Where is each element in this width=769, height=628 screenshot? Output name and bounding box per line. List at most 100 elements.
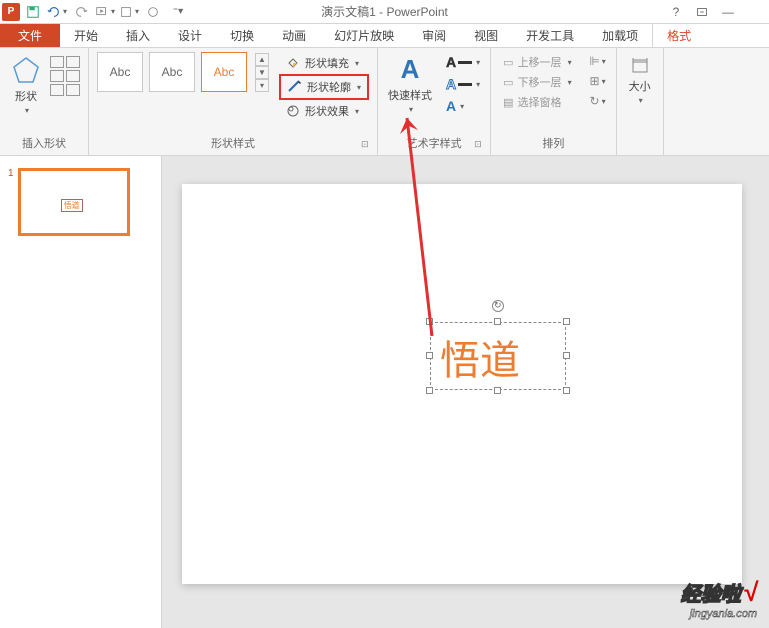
save-button[interactable] <box>22 2 44 22</box>
watermark-sub: jingyanla.com <box>681 608 757 620</box>
watermark-main: 经验啦 <box>681 578 741 607</box>
watermark: 经验啦√ jingyanla.com <box>681 577 757 620</box>
style-item-1[interactable]: Abc <box>97 52 143 92</box>
group-button[interactable]: ⊞▾ <box>588 72 608 90</box>
handle-middle-right[interactable] <box>563 352 570 359</box>
minimize-button[interactable]: — <box>717 2 739 22</box>
undo-button[interactable]: ▾ <box>46 2 68 22</box>
rotate-handle[interactable] <box>492 300 504 312</box>
wordart-a-icon: A <box>401 54 420 85</box>
ribbon: 形状 ▾ 插入形状 Abc Abc Abc ▲ ▼ ▾ <box>0 48 769 156</box>
handle-middle-left[interactable] <box>426 352 433 359</box>
handle-top-left[interactable] <box>426 318 433 325</box>
quick-access-toolbar: P ▾ ▾ ▾ ⁼▾ <box>0 2 188 22</box>
text-effects-button[interactable]: A▾ <box>444 96 482 116</box>
shape-format-options: 形状填充▾ 形状轮廓▾ 形状效果▾ <box>279 52 369 122</box>
slide-number: 1 <box>8 168 14 236</box>
gallery-up[interactable]: ▲ <box>255 53 269 66</box>
text-fill-button[interactable]: A▾ <box>444 52 482 72</box>
canvas-area: 悟道 <box>162 156 769 628</box>
size-label: 大小 <box>629 78 651 94</box>
ribbon-tabs: 文件 开始 插入 设计 切换 动画 幻灯片放映 审阅 视图 开发工具 加载项 格… <box>0 24 769 48</box>
shape-fill-label: 形状填充 <box>305 55 349 71</box>
textbox-border <box>430 322 566 390</box>
gallery-scroll: ▲ ▼ ▾ <box>255 53 269 92</box>
group-wordart-styles: A 快速样式 ▾ A▾ A▾ A▾ 艺术字样式 ⊡ <box>378 48 491 155</box>
handle-top-right[interactable] <box>563 318 570 325</box>
handle-bottom-left[interactable] <box>426 387 433 394</box>
ribbon-display-button[interactable] <box>691 2 713 22</box>
qat-customize[interactable]: ⁼▾ <box>166 2 188 22</box>
redo-button[interactable] <box>70 2 92 22</box>
handle-bottom-middle[interactable] <box>494 387 501 394</box>
send-backward-button[interactable]: ▭下移一层▾ <box>499 72 575 92</box>
tab-slideshow[interactable]: 幻灯片放映 <box>320 24 408 47</box>
tab-home[interactable]: 开始 <box>60 24 112 47</box>
shape-outline-label: 形状轮廓 <box>307 79 351 95</box>
handle-top-middle[interactable] <box>494 318 501 325</box>
size-button[interactable]: 大小 ▾ <box>625 52 655 109</box>
tab-file[interactable]: 文件 <box>0 24 60 47</box>
titlebar: P ▾ ▾ ▾ ⁼▾ 演示文稿1 - PowerPoint ? — <box>0 0 769 24</box>
qat-button-1[interactable]: ▾ <box>118 2 140 22</box>
shape-fill-button[interactable]: 形状填充▾ <box>279 52 369 74</box>
style-item-3[interactable]: Abc <box>201 52 247 92</box>
wordart-options: A▾ A▾ A▾ <box>444 52 482 116</box>
group-shape-styles: Abc Abc Abc ▲ ▼ ▾ 形状填充▾ 形状轮廓▾ <box>89 48 378 155</box>
group-label-shape-styles: 形状样式 <box>97 133 369 155</box>
wordart-launcher[interactable]: ⊡ <box>474 139 486 151</box>
tab-animations[interactable]: 动画 <box>268 24 320 47</box>
align-button[interactable]: ⊫▾ <box>588 52 608 70</box>
shape-style-gallery: Abc Abc Abc ▲ ▼ ▾ <box>97 52 269 92</box>
tab-view[interactable]: 视图 <box>460 24 512 47</box>
tab-addins[interactable]: 加载项 <box>588 24 652 47</box>
arrange-icon-buttons: ⊫▾ ⊞▾ ↻▾ <box>588 52 608 110</box>
selection-pane-icon: ▤ <box>503 96 513 109</box>
fill-icon <box>285 55 301 71</box>
tab-developer[interactable]: 开发工具 <box>512 24 588 47</box>
gallery-more[interactable]: ▾ <box>255 79 269 92</box>
effects-icon <box>285 103 301 119</box>
slide-thumbnail[interactable]: 悟道 <box>18 168 130 236</box>
group-label-wordart: 艺术字样式 <box>386 133 482 155</box>
quick-styles-label: 快速样式 <box>388 87 432 103</box>
outline-icon <box>287 79 303 95</box>
gallery-down[interactable]: ▼ <box>255 66 269 79</box>
group-label-arrange: 排列 <box>499 133 607 155</box>
thumb-textbox: 悟道 <box>61 199 83 212</box>
tab-review[interactable]: 审阅 <box>408 24 460 47</box>
group-label-size <box>625 137 655 155</box>
style-item-2[interactable]: Abc <box>149 52 195 92</box>
arrange-options: ▭上移一层▾ ▭下移一层▾ ▤选择窗格 <box>499 52 575 112</box>
shape-effects-button[interactable]: 形状效果▾ <box>279 100 369 122</box>
shape-styles-launcher[interactable]: ⊡ <box>361 139 373 151</box>
shape-outline-button[interactable]: 形状轮廓▾ <box>279 74 369 100</box>
start-from-beginning-button[interactable]: ▾ <box>94 2 116 22</box>
tab-insert[interactable]: 插入 <box>112 24 164 47</box>
slide-canvas[interactable]: 悟道 <box>182 184 742 584</box>
qat-button-2[interactable] <box>142 2 164 22</box>
tab-transitions[interactable]: 切换 <box>216 24 268 47</box>
shape-effects-label: 形状效果 <box>305 103 349 119</box>
window-title: 演示文稿1 - PowerPoint <box>321 3 448 20</box>
help-button[interactable]: ? <box>665 2 687 22</box>
quick-styles-button[interactable]: A 快速样式 ▾ <box>386 52 434 116</box>
group-label-insert-shapes: 插入形状 <box>8 133 80 155</box>
slide-panel: 1 悟道 <box>0 156 162 628</box>
shapes-label: 形状 <box>15 88 37 104</box>
group-arrange: ▭上移一层▾ ▭下移一层▾ ▤选择窗格 ⊫▾ ⊞▾ ↻▾ 排列 <box>491 48 616 155</box>
slide-thumb-container: 1 悟道 <box>8 168 153 236</box>
rotate-button[interactable]: ↻▾ <box>588 92 608 110</box>
tab-design[interactable]: 设计 <box>164 24 216 47</box>
selected-textbox[interactable]: 悟道 <box>430 322 566 390</box>
shapes-button[interactable]: 形状 ▾ <box>8 52 44 117</box>
selection-pane-button[interactable]: ▤选择窗格 <box>499 92 575 112</box>
shape-mini-gallery[interactable] <box>50 56 80 96</box>
text-outline-button[interactable]: A▾ <box>444 74 482 94</box>
bring-forward-button[interactable]: ▭上移一层▾ <box>499 52 575 72</box>
tab-format[interactable]: 格式 <box>652 24 705 47</box>
group-size: 大小 ▾ <box>617 48 664 155</box>
powerpoint-icon: P <box>2 3 20 21</box>
send-backward-icon: ▭ <box>503 76 513 89</box>
handle-bottom-right[interactable] <box>563 387 570 394</box>
